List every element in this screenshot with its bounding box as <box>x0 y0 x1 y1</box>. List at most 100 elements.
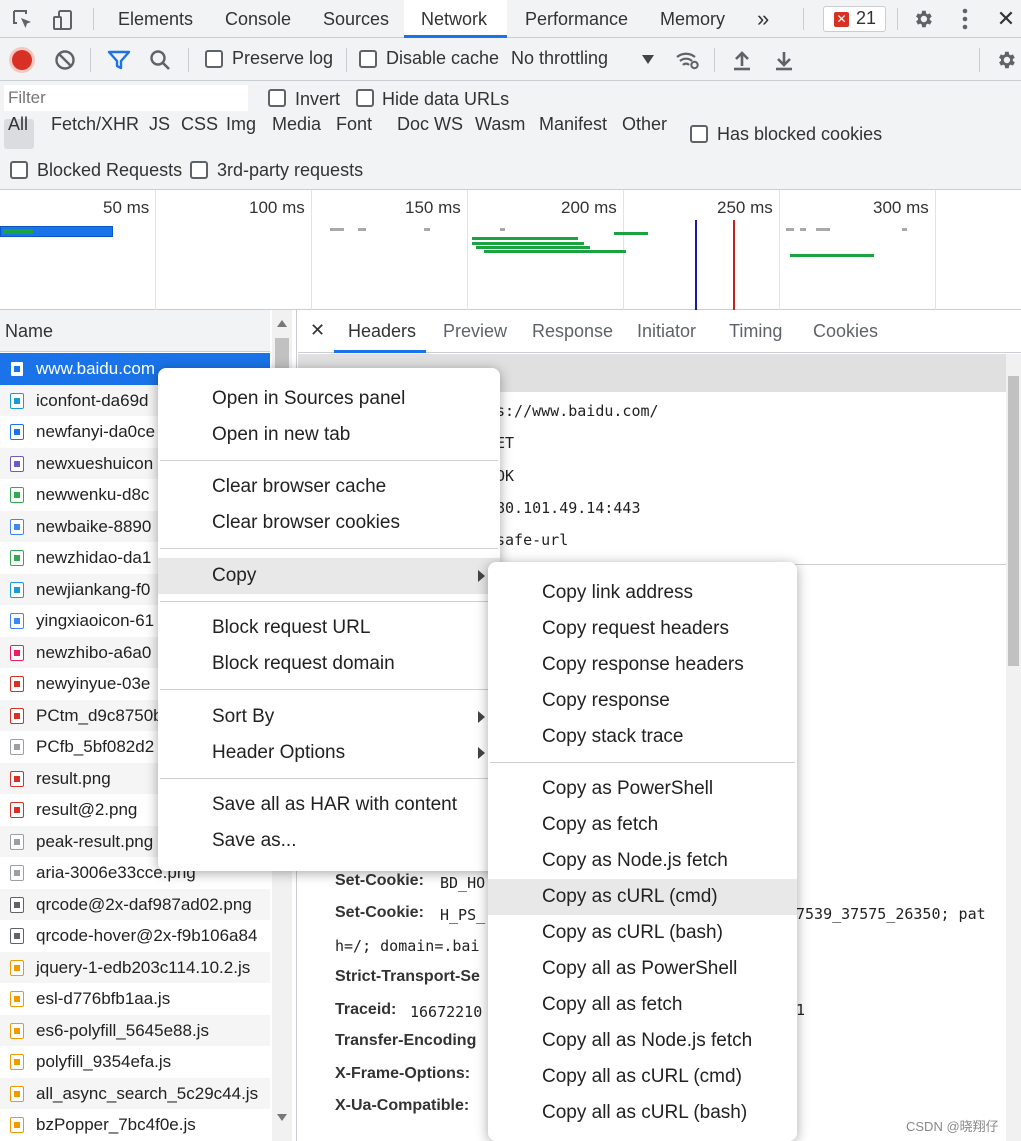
submenu-copy-as-curl-cmd[interactable]: Copy as cURL (cmd) <box>488 879 797 915</box>
cookie-value-tail: 7539_37575_26350; pat <box>796 905 986 923</box>
submenu-copy-link-address[interactable]: Copy link address <box>488 575 797 611</box>
menu-block-request-url[interactable]: Block request URL <box>158 610 500 646</box>
tab-performance[interactable]: Performance <box>525 0 628 38</box>
request-name: result.png <box>36 768 111 788</box>
submenu-copy-response[interactable]: Copy response <box>488 683 797 719</box>
detail-tab-timing[interactable]: Timing <box>729 310 782 353</box>
type-filter-media[interactable]: Media <box>272 114 321 135</box>
record-button[interactable] <box>12 50 32 70</box>
submenu-copy-as-powershell[interactable]: Copy as PowerShell <box>488 771 797 807</box>
menu-clear-browser-cookies[interactable]: Clear browser cookies <box>158 505 500 541</box>
detail-tab-preview[interactable]: Preview <box>443 310 507 353</box>
submenu-copy-all-as-node-js-fetch[interactable]: Copy all as Node.js fetch <box>488 1023 797 1059</box>
type-filter-wasm[interactable]: Wasm <box>475 114 525 135</box>
has-blocked-cookies-checkbox[interactable] <box>690 125 708 143</box>
blocked-requests-checkbox[interactable] <box>10 161 28 179</box>
tab-sources[interactable]: Sources <box>323 0 389 38</box>
traceid-value-tail: 1 <box>796 1001 806 1019</box>
menu-save-har[interactable]: Save all as HAR with content <box>158 787 500 823</box>
tab-network[interactable]: Network <box>404 0 507 38</box>
settings-gear-icon[interactable] <box>910 6 936 32</box>
menu-clear-browser-cache[interactable]: Clear browser cache <box>158 469 500 505</box>
menu-copy[interactable]: Copy <box>158 558 500 594</box>
menu-save-as[interactable]: Save as... <box>158 823 500 859</box>
network-settings-gear-icon[interactable] <box>993 47 1019 73</box>
type-filter-css[interactable]: CSS <box>181 114 218 135</box>
filter-input[interactable] <box>4 85 248 111</box>
submenu-copy-all-as-curl-cmd[interactable]: Copy all as cURL (cmd) <box>488 1059 797 1095</box>
inspect-element-icon[interactable] <box>10 7 36 33</box>
type-filter-img[interactable]: Img <box>226 114 256 135</box>
menu-sort-by[interactable]: Sort By <box>158 699 500 735</box>
clear-icon[interactable] <box>53 48 77 72</box>
menu-header-options[interactable]: Header Options <box>158 735 500 771</box>
submenu-copy-request-headers[interactable]: Copy request headers <box>488 611 797 647</box>
type-filter-font[interactable]: Font <box>336 114 372 135</box>
submenu-copy-all-as-powershell[interactable]: Copy all as PowerShell <box>488 951 797 987</box>
device-toolbar-icon[interactable] <box>50 7 76 33</box>
tab-elements[interactable]: Elements <box>118 0 193 38</box>
type-filter-ws[interactable]: WS <box>434 114 463 135</box>
type-filter-fetch-xhr[interactable]: Fetch/XHR <box>51 114 139 135</box>
menu-open-in-sources[interactable]: Open in Sources panel <box>158 381 500 417</box>
file-type-icon <box>10 802 24 818</box>
export-har-download-icon[interactable] <box>772 47 796 73</box>
submenu-copy-as-curl-bash[interactable]: Copy as cURL (bash) <box>488 915 797 951</box>
menu-open-in-new-tab[interactable]: Open in new tab <box>158 417 500 453</box>
request-row[interactable]: esl-d776bfb1aa.js <box>0 983 270 1015</box>
filter-funnel-icon[interactable] <box>106 48 132 72</box>
copy-submenu-arrow-icon <box>478 570 485 582</box>
submenu-copy-stack-trace[interactable]: Copy stack trace <box>488 719 797 755</box>
submenu-copy-response-headers[interactable]: Copy response headers <box>488 647 797 683</box>
request-row[interactable]: qrcode-hover@2x-f9b106a84 <box>0 920 270 952</box>
timeline-overview[interactable]: 50 ms 100 ms 150 ms 200 ms 250 ms 300 ms <box>0 190 1021 310</box>
tab-memory[interactable]: Memory <box>660 0 725 38</box>
name-column-header[interactable]: Name <box>0 310 270 352</box>
type-filter-doc[interactable]: Doc <box>397 114 429 135</box>
network-conditions-icon[interactable] <box>674 47 702 73</box>
third-party-requests-checkbox[interactable] <box>190 161 208 179</box>
tab-console[interactable]: Console <box>225 0 291 38</box>
submenu-copy-as-fetch[interactable]: Copy as fetch <box>488 807 797 843</box>
file-type-icon <box>10 707 24 724</box>
request-row[interactable]: all_async_search_5c29c44.js <box>0 1077 270 1109</box>
detail-tab-response[interactable]: Response <box>532 310 613 353</box>
header-value: H_PS_ <box>440 906 486 924</box>
preserve-log-checkbox[interactable] <box>205 50 223 68</box>
detail-tab-cookies[interactable]: Cookies <box>813 310 878 353</box>
import-har-upload-icon[interactable] <box>730 47 754 73</box>
more-tabs-button[interactable]: » <box>757 0 769 38</box>
submenu-copy-as-node-js-fetch[interactable]: Copy as Node.js fetch <box>488 843 797 879</box>
request-row[interactable]: qrcode@2x-daf987ad02.png <box>0 888 270 920</box>
request-row[interactable]: polyfill_9354efa.js <box>0 1046 270 1078</box>
invert-label: Invert <box>295 89 341 109</box>
invert-checkbox[interactable] <box>268 89 286 107</box>
hide-data-urls-checkbox[interactable] <box>356 89 374 107</box>
request-name: yingxiaoicon-61 <box>36 611 155 630</box>
request-row[interactable]: es6-polyfill_5645e88.js <box>0 1014 270 1046</box>
request-name: PCfb_5bf082d2 <box>36 737 155 756</box>
type-filter-js[interactable]: JS <box>149 114 170 135</box>
request-name: newbaike-8890 <box>36 516 152 536</box>
type-filter-all[interactable]: All <box>8 114 28 135</box>
close-devtools-icon[interactable]: ✕ <box>993 4 1019 34</box>
more-options-icon[interactable] <box>952 6 978 32</box>
type-filter-other[interactable]: Other <box>622 114 667 135</box>
close-detail-icon[interactable]: ✕ <box>310 320 325 341</box>
throttling-select[interactable]: No throttling <box>505 44 660 76</box>
detail-tab-initiator[interactable]: Initiator <box>637 310 696 353</box>
menu-block-request-domain[interactable]: Block request domain <box>158 646 500 682</box>
file-type-icon <box>10 518 24 535</box>
submenu-copy-all-as-curl-bash[interactable]: Copy all as cURL (bash) <box>488 1095 797 1131</box>
disable-cache-checkbox[interactable] <box>359 50 377 68</box>
request-row[interactable]: jquery-1-edb203c114.10.2.js <box>0 951 270 983</box>
file-type-icon <box>10 644 24 661</box>
detail-scrollbar[interactable] <box>1006 354 1021 1141</box>
submenu-copy-all-as-fetch[interactable]: Copy all as fetch <box>488 987 797 1023</box>
type-filter-manifest[interactable]: Manifest <box>539 114 607 135</box>
search-icon[interactable] <box>148 48 172 72</box>
timeline-tick-label: 50 ms <box>103 198 150 217</box>
error-count-badge[interactable]: ✕ 21 <box>823 6 886 32</box>
detail-tab-headers[interactable]: Headers <box>334 310 426 353</box>
request-row[interactable]: bzPopper_7bc4f0e.js <box>0 1109 270 1141</box>
